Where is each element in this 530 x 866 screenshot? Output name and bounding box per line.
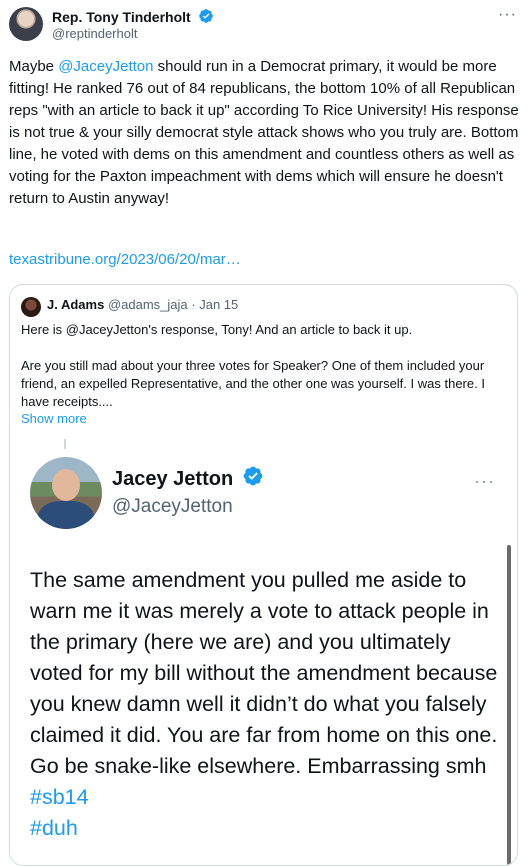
quote-date[interactable]: Jan 15 [199,297,238,312]
quote-text: Here is @JaceyJetton's response, Tony! A… [21,321,507,411]
quoted-tweet-card[interactable]: J. Adams @adams_jaja · Jan 15 Here is @J… [9,284,518,866]
mention-link[interactable]: @JaceyJetton [58,58,153,75]
hashtag-duh: #duh [30,816,78,840]
inner-author-avatar [30,457,102,529]
quote-author-row: J. Adams @adams_jaja · Jan 15 [47,297,238,313]
more-options-icon: ··· [474,471,495,491]
article-link[interactable]: texastribune.org/2023/06/20/mar… [9,250,241,270]
inner-author-handle: @JaceyJetton [112,496,233,517]
scrollbar-thumb [507,545,511,865]
thread-connector-line [64,439,66,449]
embedded-screenshot-image[interactable]: Jacey Jetton @JaceyJetton ··· The same a… [10,435,517,865]
verified-badge-icon [198,9,213,23]
quote-author-name[interactable]: J. Adams [47,297,104,312]
author-handle[interactable]: @reptinderholt [52,26,137,42]
more-options-icon[interactable]: ··· [498,6,517,24]
inner-text-body: The same amendment you pulled me aside t… [30,568,498,778]
hashtag-sb14: #sb14 [30,785,89,809]
tweet-text: Maybe @JaceyJetton should run in a Democ… [9,56,521,210]
quote-separator: · [191,297,196,312]
quote-text-line: Are you still mad about your three votes… [21,358,485,409]
verified-badge-icon [243,466,263,486]
author-name-row[interactable]: Rep. Tony Tinderholt [52,8,214,25]
quote-author-avatar[interactable] [21,297,41,317]
tweet-text-part: Maybe [9,58,59,75]
quote-text-line: Here is @JaceyJetton's response, Tony! A… [21,322,413,337]
tweet-text-part: should run in a Democrat primary, it wou… [9,58,519,207]
quote-author-handle[interactable]: @adams_jaja [108,297,188,312]
inner-author-name: Jacey Jetton [112,468,234,490]
author-avatar[interactable] [9,7,43,41]
author-name[interactable]: Rep. Tony Tinderholt [52,9,191,25]
inner-tweet-text: The same amendment you pulled me aside t… [30,565,500,844]
inner-author-name-row: Jacey Jetton [112,465,264,492]
show-more-link[interactable]: Show more [21,410,87,428]
